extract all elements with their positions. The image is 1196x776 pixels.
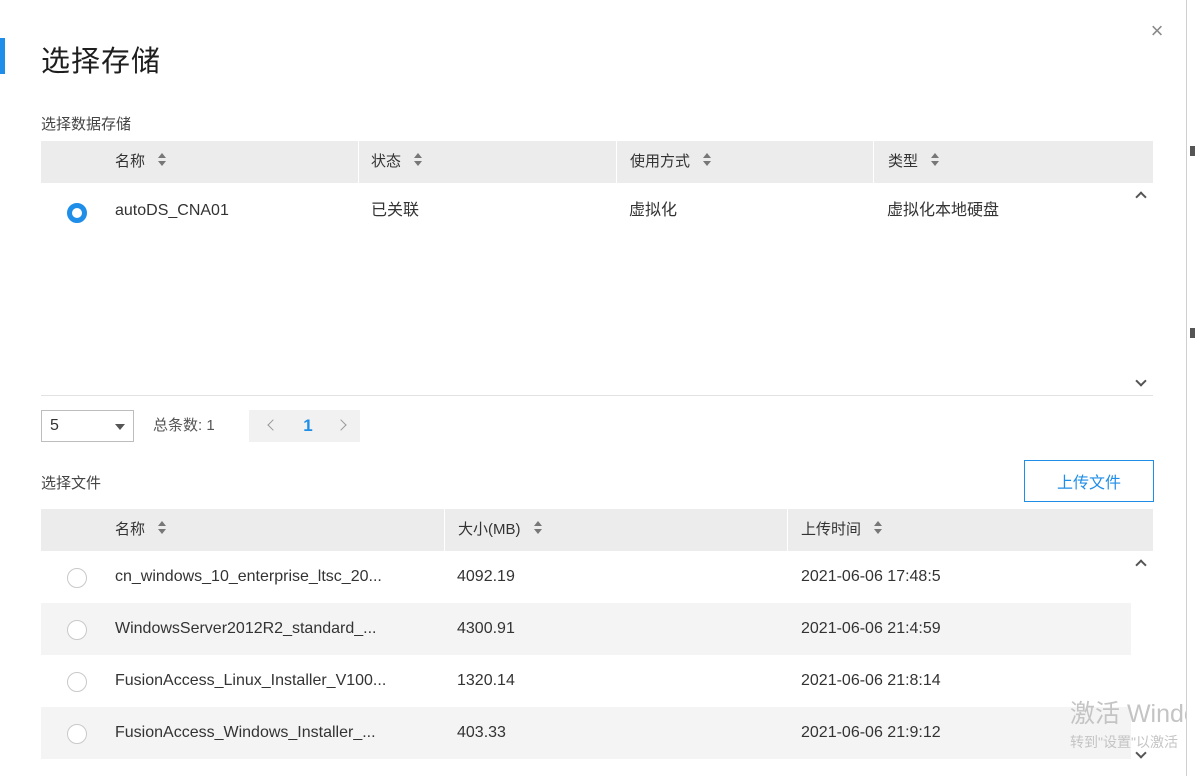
col-header-name[interactable]: 名称	[115, 141, 358, 183]
scroll-up-icon[interactable]	[1131, 555, 1153, 571]
edge-mark	[1190, 146, 1195, 156]
datastore-table-header: 名称 状态 使用方式 类型	[41, 141, 1153, 183]
datastore-name: autoDS_CNA01	[115, 202, 229, 219]
datastore-table: 名称 状态 使用方式 类型 autoDS_CNA01 已关联 虚拟化 虚拟化本地…	[41, 141, 1153, 395]
total-count: 总条数: 1	[153, 417, 215, 434]
files-table-body: cn_windows_10_enterprise_ltsc_20... 4092…	[41, 551, 1153, 776]
row-radio[interactable]	[67, 568, 87, 588]
file-upload-time: 2021-06-06 17:48:5	[801, 568, 941, 585]
sort-icon[interactable]	[873, 520, 883, 536]
file-size: 403.33	[457, 724, 506, 741]
row-radio[interactable]	[67, 672, 87, 692]
chevron-left-icon[interactable]	[255, 410, 285, 442]
table-row[interactable]: autoDS_CNA01 已关联 虚拟化 虚拟化本地硬盘	[41, 183, 1131, 235]
col-header-type[interactable]: 类型	[873, 141, 1153, 183]
col-header-status[interactable]: 状态	[358, 141, 616, 183]
files-table-header: 名称 大小(MB) 上传时间	[41, 509, 1153, 551]
datastore-section-label: 选择数据存储	[41, 116, 132, 133]
row-radio[interactable]	[67, 620, 87, 640]
table-row[interactable]: FusionAccess_Linux_Installer_V100... 132…	[41, 655, 1131, 707]
sort-icon[interactable]	[930, 152, 940, 168]
file-size: 1320.14	[457, 672, 515, 689]
page-nav: 1	[249, 410, 360, 442]
row-radio[interactable]	[67, 724, 87, 744]
watermark-line1: 激活 Windows	[1070, 700, 1186, 728]
dialog-title: 选择存储	[41, 46, 162, 78]
file-upload-time: 2021-06-06 21:4:59	[801, 620, 941, 637]
col-header-upload-time[interactable]: 上传时间	[787, 509, 1153, 551]
datastore-table-body: autoDS_CNA01 已关联 虚拟化 虚拟化本地硬盘	[41, 183, 1153, 395]
datastore-scrollbar[interactable]	[1131, 183, 1153, 395]
file-name: FusionAccess_Linux_Installer_V100...	[115, 672, 387, 689]
close-button[interactable]: ×	[1146, 18, 1168, 44]
datastore-type: 虚拟化本地硬盘	[887, 202, 1000, 219]
current-page[interactable]: 1	[293, 410, 323, 442]
chevron-down-icon	[115, 424, 125, 430]
sort-icon[interactable]	[413, 152, 423, 168]
datastore-usage: 虚拟化	[629, 202, 678, 219]
table-row[interactable]: FusionAccess_Windows_Installer_... 403.3…	[41, 707, 1131, 759]
sort-icon[interactable]	[157, 520, 167, 536]
file-name: cn_windows_10_enterprise_ltsc_20...	[115, 568, 382, 585]
file-size: 4092.19	[457, 568, 515, 585]
scroll-down-icon[interactable]	[1131, 375, 1153, 391]
datastore-status: 已关联	[371, 202, 420, 219]
col-header-size[interactable]: 大小(MB)	[444, 509, 787, 551]
watermark-line2: 转到"设置"以激活	[1070, 734, 1178, 750]
upload-file-button[interactable]: 上传文件	[1024, 460, 1154, 502]
sort-icon[interactable]	[702, 152, 712, 168]
files-table: 名称 大小(MB) 上传时间 cn_windows_10_enterprise_…	[41, 509, 1153, 776]
page-size-select[interactable]: 5	[41, 410, 134, 442]
sort-icon[interactable]	[157, 152, 167, 168]
background-window-edge	[1186, 0, 1196, 776]
scroll-up-icon[interactable]	[1131, 187, 1153, 203]
col-header-file-name[interactable]: 名称	[115, 509, 445, 551]
left-accent-bar	[0, 38, 5, 74]
table-row[interactable]: WindowsServer2012R2_standard_... 4300.91…	[41, 603, 1131, 655]
sort-icon[interactable]	[533, 520, 543, 536]
table-row[interactable]: cn_windows_10_enterprise_ltsc_20... 4092…	[41, 551, 1131, 603]
table-divider	[41, 395, 1153, 396]
file-name: FusionAccess_Windows_Installer_...	[115, 724, 376, 741]
chevron-right-icon[interactable]	[329, 410, 359, 442]
edge-mark	[1190, 328, 1195, 338]
activation-watermark: 激活 Windows 转到"设置"以激活	[1070, 700, 1186, 752]
file-name: WindowsServer2012R2_standard_...	[115, 620, 377, 637]
files-section-label: 选择文件	[41, 475, 102, 492]
row-radio-selected[interactable]	[67, 203, 87, 223]
file-size: 4300.91	[457, 620, 515, 637]
col-header-usage[interactable]: 使用方式	[616, 141, 873, 183]
